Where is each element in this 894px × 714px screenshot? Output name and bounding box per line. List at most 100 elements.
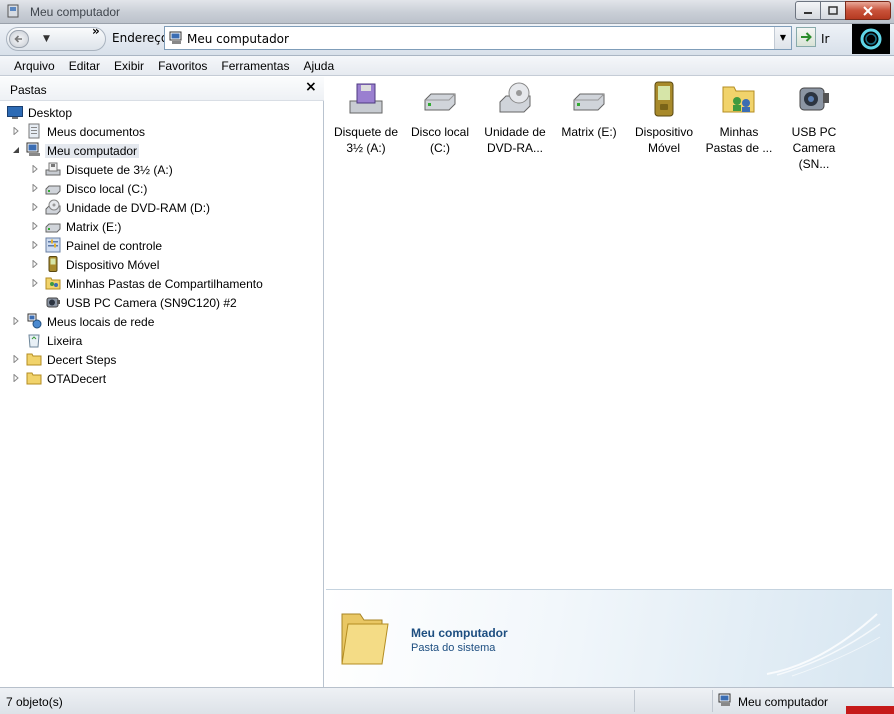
status-red-indicator xyxy=(846,706,894,714)
window-title: Meu computador xyxy=(30,5,121,19)
content-item-matrix-e[interactable]: Matrix (E:) xyxy=(552,81,626,140)
expand-arrow-icon[interactable] xyxy=(31,222,39,230)
content-item-dispositivo-movel[interactable]: Dispositivo Móvel xyxy=(627,81,701,156)
tree-item-otadecert[interactable]: OTADecert xyxy=(0,369,320,388)
menu-ferramentas[interactable]: Ferramentas xyxy=(214,59,296,73)
tree-item-decert-steps[interactable]: Decert Steps xyxy=(0,350,320,369)
address-input[interactable]: Meu computador ▼ xyxy=(164,26,792,50)
content-item-disco-local-c[interactable]: Disco local (C:) xyxy=(403,81,477,156)
tree-item-desktop[interactable]: Desktop xyxy=(0,103,320,122)
tree-item-minhas-pastas[interactable]: Minhas Pastas de Compartilhamento xyxy=(0,274,320,293)
recycle-bin-icon xyxy=(28,334,40,348)
tree-item-dispositivo-movel[interactable]: Dispositivo Móvel xyxy=(0,255,320,274)
menu-favoritos[interactable]: Favoritos xyxy=(151,59,214,73)
minimize-button[interactable] xyxy=(795,1,821,20)
expand-arrow-icon[interactable] xyxy=(12,374,20,382)
expand-arrow-icon[interactable] xyxy=(12,317,20,325)
collapse-arrow-icon[interactable] xyxy=(12,146,20,154)
control-panel-icon xyxy=(45,237,61,253)
tree-item-painel-de-controle[interactable]: Painel de controle xyxy=(0,236,320,255)
tree-item-label: USB PC Camera (SN9C120) #2 xyxy=(66,296,237,310)
expand-arrow-icon[interactable] xyxy=(31,241,39,249)
back-button[interactable] xyxy=(9,30,29,48)
address-dropdown-button[interactable]: ▼ xyxy=(774,27,791,49)
back-forward-group: ▼ xyxy=(6,27,106,51)
mobile-device-icon xyxy=(654,81,674,117)
details-title: Meu computador xyxy=(411,626,508,640)
tree-item-label: Decert Steps xyxy=(47,353,117,367)
go-button[interactable] xyxy=(796,27,816,47)
expand-arrow-icon[interactable] xyxy=(31,184,39,192)
expand-arrow-icon[interactable] xyxy=(31,260,39,268)
menu-bar: Arquivo Editar Exibir Favoritos Ferramen… xyxy=(0,56,894,76)
content-item-label: USB PC Camera (SN... xyxy=(791,125,837,171)
file-list[interactable]: Disquete de 3½ (A:) Disco local (C:) Uni… xyxy=(326,77,892,589)
menu-exibir[interactable]: Exibir xyxy=(107,59,151,73)
folders-pane-title: Pastas xyxy=(10,83,47,97)
status-object-count: 7 objeto(s) xyxy=(6,695,63,709)
tree-item-usb-camera[interactable]: USB PC Camera (SN9C120) #2 xyxy=(0,293,320,312)
tree-item-dvd-ram[interactable]: Unidade de DVD-RAM (D:) xyxy=(0,198,320,217)
title-bar[interactable]: Meu computador xyxy=(0,0,894,24)
expand-arrow-icon[interactable] xyxy=(31,165,39,173)
desktop-icon xyxy=(7,106,23,119)
content-item-dvd-ram[interactable]: Unidade de DVD-RA... xyxy=(478,81,552,156)
folders-pane-header: Pastas × xyxy=(0,77,324,101)
ring-logo-icon xyxy=(860,28,882,50)
maximize-button[interactable] xyxy=(820,1,846,20)
folder-icon xyxy=(26,353,42,366)
tree-item-disquete[interactable]: Disquete de 3½ (A:) xyxy=(0,160,320,179)
history-dropdown-icon[interactable]: ▼ xyxy=(43,34,50,44)
shared-folders-icon xyxy=(722,86,755,113)
tree-item-label: Meu computador xyxy=(45,144,140,158)
close-pane-button[interactable]: × xyxy=(305,79,317,95)
tree-item-meu-computador[interactable]: Meu computador xyxy=(0,141,320,160)
tree-item-lixeira[interactable]: Lixeira xyxy=(0,331,320,350)
expand-arrow-icon[interactable] xyxy=(31,279,39,287)
tree-item-meus-locais-de-rede[interactable]: Meus locais de rede xyxy=(0,312,320,331)
decorative-swirl-icon xyxy=(766,613,881,677)
folder-tree: Desktop Meus documentos Meu computador D… xyxy=(0,103,320,388)
status-bar: 7 objeto(s) Meu computador xyxy=(0,687,894,714)
menu-ajuda[interactable]: Ajuda xyxy=(296,59,341,73)
status-location: Meu computador xyxy=(738,695,829,709)
menu-editar[interactable]: Editar xyxy=(62,59,107,73)
close-window-button[interactable] xyxy=(845,1,891,20)
content-item-disquete[interactable]: Disquete de 3½ (A:) xyxy=(329,81,403,156)
tree-item-meus-documentos[interactable]: Meus documentos xyxy=(0,122,320,141)
minimize-icon xyxy=(804,11,812,14)
content-item-usb-camera[interactable]: USB PC Camera (SN... xyxy=(777,81,851,172)
tree-item-disco-local-c[interactable]: Disco local (C:) xyxy=(0,179,320,198)
expand-arrow-icon[interactable] xyxy=(31,203,39,211)
hard-drive-icon xyxy=(424,93,456,111)
folder-icon xyxy=(341,613,389,665)
details-subtitle: Pasta do sistema xyxy=(411,642,496,654)
computer-icon xyxy=(169,31,182,44)
details-pane: Meu computador Pasta do sistema xyxy=(326,589,892,687)
tree-item-label: Dispositivo Móvel xyxy=(66,258,160,272)
dvd-drive-icon xyxy=(499,82,531,113)
content-item-minhas-pastas[interactable]: Minhas Pastas de ... xyxy=(702,81,776,156)
menu-arquivo[interactable]: Arquivo xyxy=(7,59,62,73)
go-label[interactable]: Ir xyxy=(821,32,829,46)
floppy-icon xyxy=(349,83,383,114)
computer-icon xyxy=(26,142,40,156)
hard-drive-icon xyxy=(573,93,605,111)
documents-icon xyxy=(28,123,40,139)
dvd-drive-icon xyxy=(45,199,61,215)
expand-arrow-icon[interactable] xyxy=(12,355,20,363)
tree-item-label: Meus locais de rede xyxy=(47,315,155,329)
toolbar-chevron-button[interactable]: » xyxy=(92,24,100,38)
content-item-label: Dispositivo Móvel xyxy=(634,125,694,155)
computer-icon xyxy=(718,693,731,706)
content-item-label: Minhas Pastas de ... xyxy=(705,125,773,155)
expand-arrow-icon[interactable] xyxy=(12,127,20,135)
content-item-label: Unidade de DVD-RA... xyxy=(484,125,546,155)
shared-folders-icon xyxy=(45,277,61,290)
network-icon xyxy=(27,313,42,329)
content-item-label: Disco local (C:) xyxy=(410,125,470,155)
folder-icon xyxy=(26,372,42,385)
tree-item-matrix-e[interactable]: Matrix (E:) xyxy=(0,217,320,236)
hard-drive-icon xyxy=(45,223,61,233)
camera-icon xyxy=(46,297,60,308)
